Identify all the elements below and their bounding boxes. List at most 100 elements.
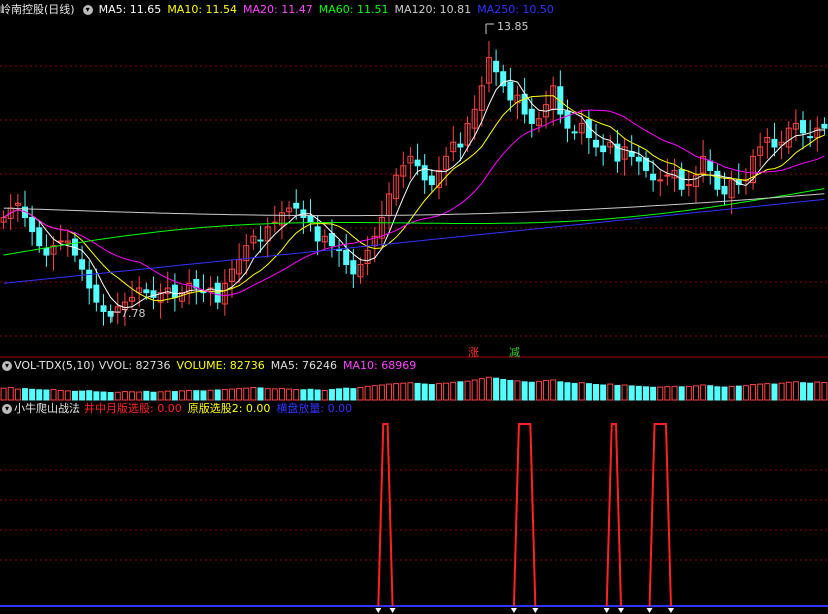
candle-body (771, 138, 778, 148)
candle-body (307, 215, 314, 223)
candle-body (421, 165, 428, 181)
volume-bar (635, 385, 642, 401)
volume-bar (521, 381, 528, 401)
candle-body (657, 179, 664, 182)
candle-body (29, 216, 36, 233)
indicator-value-2: 横盘放量: 0.00 (276, 402, 353, 415)
candle-body (493, 60, 500, 73)
candle-body (714, 170, 721, 190)
volume-bar (193, 390, 200, 401)
volume-bar (186, 389, 193, 401)
volume-bar (642, 386, 649, 401)
volume-bar (443, 382, 450, 401)
volume-bar (778, 382, 785, 401)
volume-bar (57, 389, 64, 401)
ma-label-0: MA5: 11.65 (98, 3, 162, 16)
volume-bar (357, 387, 364, 401)
chevron-down-icon[interactable]: ▾ (82, 5, 93, 15)
volume-bar (307, 388, 314, 401)
stock-title[interactable]: 岭南控股(日线) (0, 3, 75, 16)
volume-bar (150, 391, 157, 401)
ma5-line (3, 79, 825, 309)
volume-bar (750, 384, 757, 401)
signal-pulse (648, 423, 672, 607)
candle-body (93, 284, 100, 303)
volume-bar (214, 389, 221, 401)
volume-bar (593, 384, 600, 401)
volume-bar (721, 386, 728, 401)
volume-bar (114, 391, 121, 401)
volume-bar (250, 387, 257, 401)
volume-bar (336, 388, 343, 401)
volume-bar (571, 382, 578, 401)
volume-bar (742, 385, 749, 401)
candle-body (685, 184, 692, 187)
volume-bar (621, 384, 628, 401)
candle-body (593, 139, 600, 148)
volume-bar (678, 386, 685, 401)
volume-bar (314, 389, 321, 401)
candle-body (521, 93, 528, 115)
volume-bar (400, 382, 407, 401)
signal-pulse (512, 423, 537, 607)
candle-body (807, 136, 814, 139)
volume-bar (0, 387, 7, 401)
volume-bar (300, 389, 307, 401)
volume-bar (50, 389, 57, 401)
tag-up: 涨 (468, 346, 479, 359)
volume-bar (136, 391, 143, 401)
volume-bar (43, 389, 50, 401)
volume-bar (243, 387, 250, 401)
volume-bar (36, 389, 43, 401)
volume-bar (343, 387, 350, 401)
signal-marker-icon (389, 608, 396, 613)
candle-body (314, 226, 321, 242)
volume-bar (457, 381, 464, 401)
volume-bar (157, 391, 164, 401)
volume-bar (328, 389, 335, 401)
volume-bar (493, 377, 500, 401)
volume-bar (207, 389, 214, 401)
volume-bar (7, 387, 14, 401)
candle-body (528, 108, 535, 124)
candle-body (414, 159, 421, 167)
volume-bar (771, 383, 778, 401)
volume-bar (236, 388, 243, 401)
candle-body (650, 173, 657, 181)
volume-bar (550, 379, 557, 401)
volume-bars (0, 376, 828, 401)
chevron-down-icon[interactable]: ▾ (2, 361, 12, 371)
indicator-label[interactable]: 小牛爬山战法 (14, 402, 80, 415)
volume-bar (435, 383, 442, 401)
candle-body (328, 232, 335, 247)
chevron-down-icon[interactable]: ▾ (2, 404, 12, 414)
ma-label-2: MA20: 11.47 (243, 3, 313, 16)
volume-bar (393, 383, 400, 401)
volume-bar (485, 376, 492, 401)
volume-bar (507, 379, 514, 401)
candle-body (43, 247, 50, 256)
candle-body (143, 289, 150, 294)
volume-bar (293, 389, 300, 401)
volume-bar (64, 390, 71, 401)
volume-bar (271, 388, 278, 401)
ma-label-5: MA250: 10.50 (477, 3, 554, 16)
volume-value-2: MA5: 76246 (270, 359, 338, 372)
volume-bar (707, 385, 714, 401)
volume-indicator-label[interactable]: VOL-TDX(5,10) (14, 359, 95, 372)
volume-value-1: VOLUME: 82736 (176, 359, 265, 372)
volume-bar (100, 391, 107, 401)
volume-bar (757, 383, 764, 401)
candle-body (664, 174, 671, 177)
volume-bar (71, 390, 78, 401)
volume-bar (735, 385, 742, 401)
volume-bar (714, 386, 721, 401)
indicator-header: ▾ 小牛爬山战法 井中月版选股: 0.00 原版选股2: 0.00 横盘放量: 0.00 (0, 401, 364, 417)
candle-body (600, 145, 607, 153)
candle-body (257, 239, 264, 242)
volume-bar (164, 390, 171, 401)
candle-body (57, 240, 64, 243)
volume-bar (428, 384, 435, 401)
volume-bar (543, 379, 550, 401)
candle-body (507, 81, 514, 101)
